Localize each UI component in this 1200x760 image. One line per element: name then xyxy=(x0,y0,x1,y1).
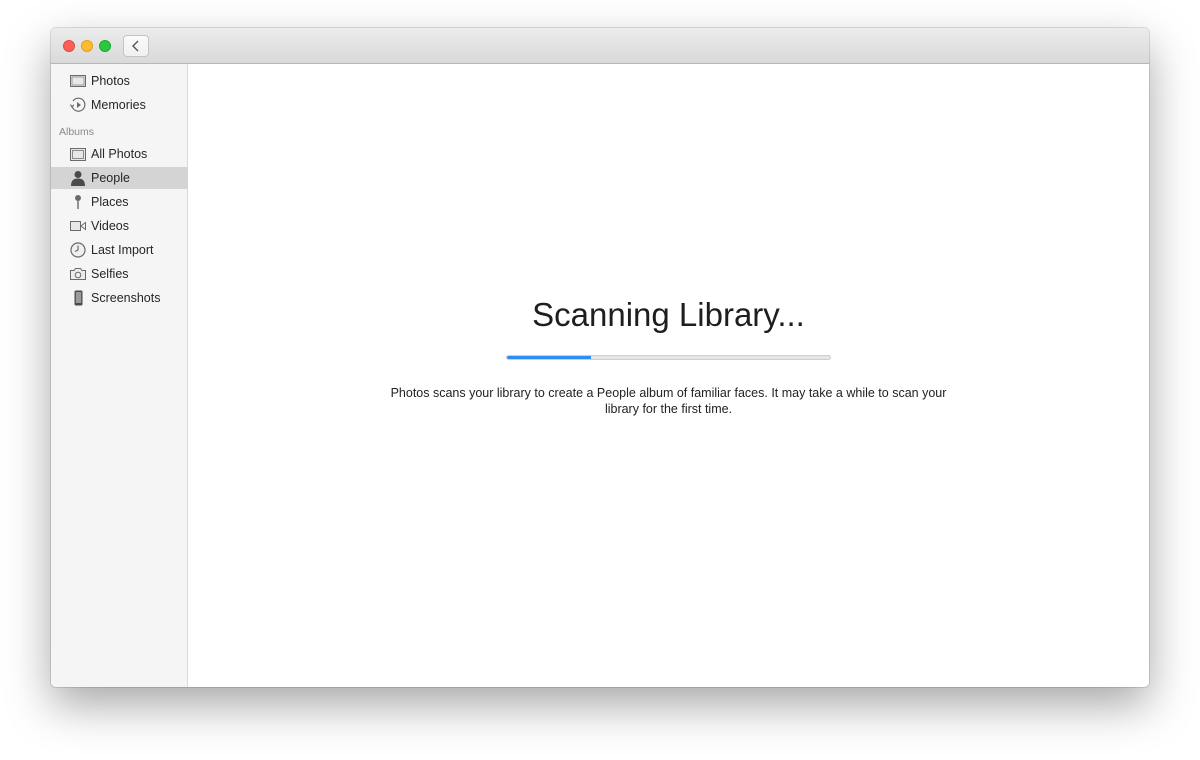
pin-icon xyxy=(70,194,86,210)
photos-icon xyxy=(70,73,86,89)
sidebar-item-label: All Photos xyxy=(91,147,148,161)
minimize-window-button[interactable] xyxy=(81,40,93,52)
chevron-left-icon xyxy=(132,40,139,52)
sidebar-item-selfies[interactable]: Selfies xyxy=(51,263,188,285)
sidebar-item-label: Selfies xyxy=(91,267,129,281)
camera-icon xyxy=(70,266,86,282)
main-content: Scanning Library... Photos scans your li… xyxy=(188,64,1149,687)
title-bar xyxy=(51,28,1149,64)
sidebar-item-label: Memories xyxy=(91,98,146,112)
sidebar-item-places[interactable]: Places xyxy=(51,191,188,213)
sidebar-item-photos[interactable]: Photos xyxy=(51,70,188,92)
phone-icon xyxy=(70,290,86,306)
sidebar-item-label: Photos xyxy=(91,74,130,88)
scan-description: Photos scans your library to create a Pe… xyxy=(390,386,947,416)
close-window-button[interactable] xyxy=(63,40,75,52)
memories-icon xyxy=(70,97,86,113)
sidebar-item-label: Last Import xyxy=(91,243,154,257)
back-button[interactable] xyxy=(123,35,149,57)
sidebar-item-memories[interactable]: Memories xyxy=(51,94,188,116)
sidebar-item-people[interactable]: People xyxy=(51,167,188,189)
sidebar: Photos Memories Albums All Photos People… xyxy=(51,64,188,687)
clock-icon xyxy=(70,242,86,258)
photos-window: Photos Memories Albums All Photos People… xyxy=(51,28,1149,687)
scan-progress-bar xyxy=(506,355,831,360)
scanning-title: Scanning Library... xyxy=(532,296,805,333)
zoom-window-button[interactable] xyxy=(99,40,111,52)
sidebar-item-all-photos[interactable]: All Photos xyxy=(51,143,188,165)
sidebar-item-screenshots[interactable]: Screenshots xyxy=(51,287,188,309)
albums-section-header: Albums xyxy=(59,126,95,138)
sidebar-item-last-import[interactable]: Last Import xyxy=(51,239,188,261)
all-photos-icon xyxy=(70,146,86,162)
sidebar-item-label: Videos xyxy=(91,219,129,233)
person-icon xyxy=(70,170,86,186)
sidebar-item-label: Screenshots xyxy=(91,291,161,305)
scan-progress-fill xyxy=(507,356,591,359)
sidebar-item-label: People xyxy=(91,171,130,185)
sidebar-item-label: Places xyxy=(91,195,129,209)
sidebar-item-videos[interactable]: Videos xyxy=(51,215,188,237)
video-camera-icon xyxy=(70,218,86,234)
